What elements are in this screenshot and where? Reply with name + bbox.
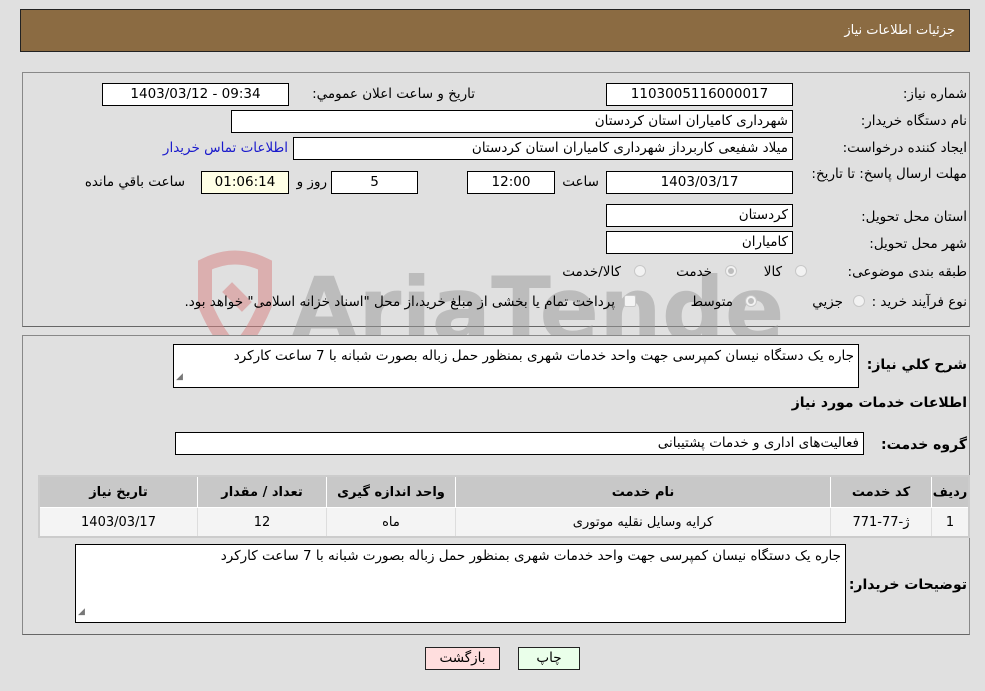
- page-title: جزئیات اطلاعات نیاز: [844, 23, 955, 38]
- creator-label: ایجاد کننده درخواست:: [842, 140, 967, 156]
- category-radio-goods-service[interactable]: [634, 265, 646, 277]
- buyer-contact-link[interactable]: اطلاعات تماس خریدار: [163, 140, 288, 156]
- page-header: جزئیات اطلاعات نیاز: [20, 9, 970, 52]
- description-text: جاره یک دستگاه نیسان کمپرسی جهت واحد خدم…: [233, 348, 854, 364]
- deadline-time-field: 12:00: [467, 171, 555, 194]
- back-button[interactable]: بازگشت: [425, 647, 500, 670]
- treasury-checkbox[interactable]: [624, 295, 636, 307]
- treasury-note: پرداخت تمام یا بخشی از مبلغ خرید،از محل …: [184, 294, 615, 310]
- col-service-code: کد خدمت: [830, 475, 932, 508]
- col-row-number: رديف: [931, 475, 970, 508]
- deadline-date-field: 1403/03/17: [606, 171, 793, 194]
- col-unit: واحد اندازه گيری: [326, 475, 456, 508]
- buyer-notes-textarea[interactable]: جاره یک دستگاه نیسان کمپرسی جهت واحد خدم…: [75, 544, 846, 623]
- days-label: روز و: [296, 174, 327, 190]
- cell-service-name: کرايه وسايل نقليه موتوری: [455, 507, 831, 538]
- category-option-goods: کالا: [763, 264, 782, 280]
- deadline-label: مهلت ارسال پاسخ: تا تاریخ:: [811, 166, 967, 182]
- print-button[interactable]: چاپ: [518, 647, 580, 670]
- days-remaining-field: 5: [331, 171, 418, 194]
- category-radio-goods[interactable]: [795, 265, 807, 277]
- creator-field: میلاد شفیعی کاربرداز شهرداری کامیاران اس…: [293, 137, 793, 160]
- resize-grip-icon[interactable]: ◢: [78, 603, 85, 621]
- cell-unit: ماه: [326, 507, 456, 538]
- service-group-label: گروه خدمت:: [881, 437, 967, 453]
- deadline-time-label: ساعت: [562, 174, 599, 190]
- city-label: شهر محل تحویل:: [869, 236, 967, 252]
- col-quantity: تعداد / مقدار: [197, 475, 327, 508]
- time-remaining-field: 01:06:14: [201, 171, 289, 194]
- process-radio-minor[interactable]: [853, 295, 865, 307]
- buyer-notes-text: جاره یک دستگاه نیسان کمپرسی جهت واحد خدم…: [220, 548, 841, 564]
- category-label: طبقه بندی موضوعی:: [847, 264, 967, 280]
- announce-datetime-field: 1403/03/12 - 09:34: [102, 83, 289, 106]
- city-field: کامیاران: [606, 231, 793, 254]
- col-need-date: تاريخ نياز: [38, 475, 198, 508]
- buyer-org-label: نام دستگاه خریدار:: [860, 113, 967, 129]
- cell-quantity: 12: [197, 507, 327, 538]
- cell-row-number: 1: [931, 507, 970, 538]
- description-textarea[interactable]: جاره یک دستگاه نیسان کمپرسی جهت واحد خدم…: [173, 344, 859, 388]
- need-number-label: شماره نیاز:: [902, 86, 967, 102]
- process-radio-medium[interactable]: [745, 295, 757, 307]
- category-option-goods-service: کالا/خدمت: [562, 264, 621, 280]
- services-section-title: اطلاعات خدمات مورد نياز: [791, 395, 967, 411]
- process-option-medium: متوسط: [690, 294, 733, 310]
- cell-need-date: 1403/03/17: [38, 507, 198, 538]
- category-option-service: خدمت: [676, 264, 712, 280]
- need-number-field: 1103005116000017: [606, 83, 793, 106]
- province-label: استان محل تحویل:: [861, 209, 967, 225]
- time-remaining-label: ساعت باقي مانده: [84, 174, 185, 190]
- process-label: نوع فرآیند خرید :: [871, 294, 967, 310]
- category-radio-service[interactable]: [725, 265, 737, 277]
- service-group-field: فعالیت‌های اداری و خدمات پشتیبانی: [175, 432, 864, 455]
- buyer-org-field: شهرداری کامیاران استان کردستان: [231, 110, 793, 133]
- table-row: 1 ژ-77-771 کرايه وسايل نقليه موتوری ماه …: [38, 507, 970, 538]
- process-option-minor: جزيي: [812, 294, 843, 310]
- description-label: شرح کلي نياز:: [866, 357, 967, 373]
- services-table: رديف کد خدمت نام خدمت واحد اندازه گيری ت…: [38, 475, 970, 538]
- table-header-row: رديف کد خدمت نام خدمت واحد اندازه گيری ت…: [38, 475, 970, 508]
- province-field: کردستان: [606, 204, 793, 227]
- buyer-notes-label: توضیحات خریدار:: [848, 577, 967, 593]
- cell-service-code: ژ-77-771: [830, 507, 932, 538]
- col-service-name: نام خدمت: [455, 475, 831, 508]
- announce-label: تاریخ و ساعت اعلان عمومي:: [312, 86, 475, 102]
- resize-grip-icon[interactable]: ◢: [176, 368, 183, 386]
